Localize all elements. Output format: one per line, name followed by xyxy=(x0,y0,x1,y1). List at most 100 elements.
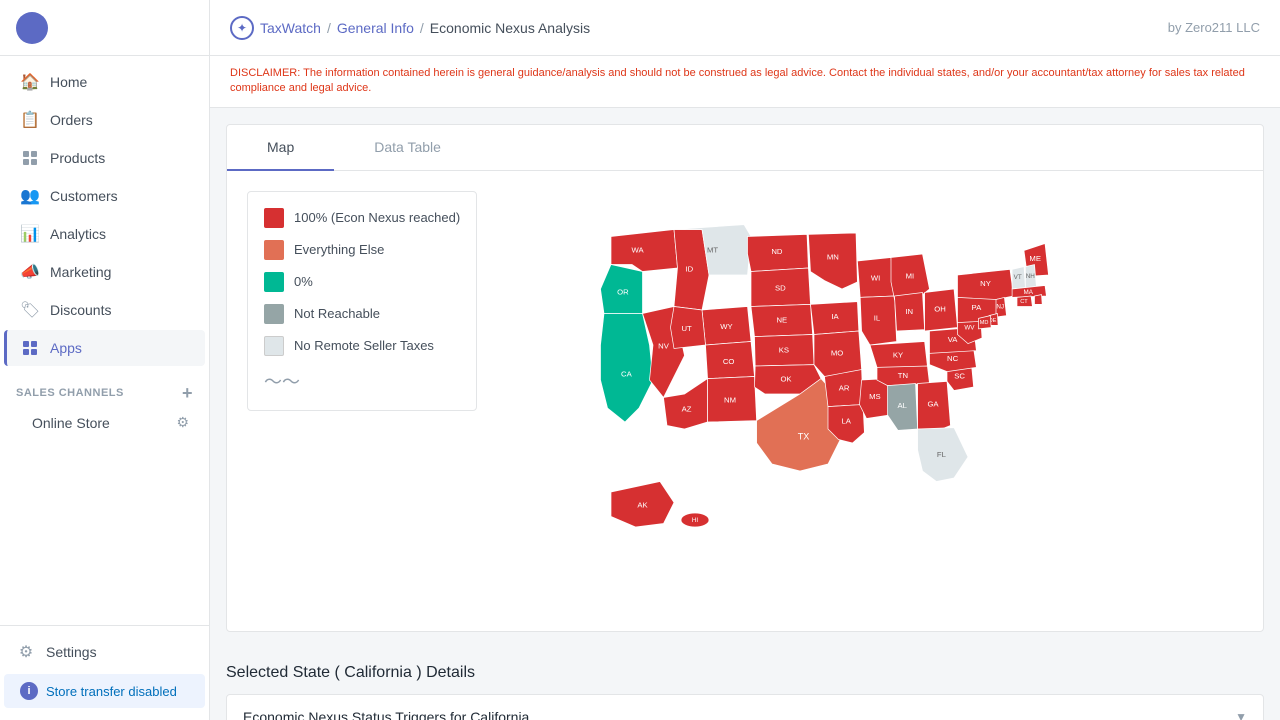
details-card: Economic Nexus Status Triggers for Calif… xyxy=(226,694,1264,720)
svg-text:MT: MT xyxy=(707,245,718,254)
state-ca[interactable] xyxy=(601,313,654,422)
analytics-icon: 📊 xyxy=(20,224,40,244)
sidebar-item-customers-label: Customers xyxy=(50,188,118,204)
svg-text:LA: LA xyxy=(842,416,852,425)
svg-text:NY: NY xyxy=(980,279,991,288)
sidebar-item-settings[interactable]: ⚙ Settings xyxy=(0,634,209,670)
legend-label-red: 100% (Econ Nexus reached) xyxy=(294,210,460,225)
sidebar-item-marketing-label: Marketing xyxy=(50,264,111,280)
home-icon: 🏠 xyxy=(20,72,40,92)
svg-text:OH: OH xyxy=(934,304,946,313)
svg-text:ME: ME xyxy=(1030,254,1042,263)
orders-icon: 📋 xyxy=(20,110,40,130)
legend-color-orange xyxy=(264,240,284,260)
legend-color-green xyxy=(264,272,284,292)
svg-text:CT: CT xyxy=(1020,299,1028,305)
store-transfer-banner[interactable]: i Store transfer disabled xyxy=(4,674,205,708)
sidebar-item-marketing[interactable]: 📣 Marketing xyxy=(4,254,205,290)
sidebar-item-online-store[interactable]: Online Store ⚙ xyxy=(4,406,205,439)
discounts-icon: 🏷 xyxy=(20,300,40,320)
svg-text:AZ: AZ xyxy=(682,404,692,413)
tabs-bar: Map Data Table xyxy=(227,125,1263,171)
sidebar-item-home-label: Home xyxy=(50,74,87,90)
breadcrumb-app[interactable]: TaxWatch xyxy=(260,20,321,36)
details-card-title: Economic Nexus Status Triggers for Calif… xyxy=(243,709,529,720)
sidebar-item-home[interactable]: 🏠 Home xyxy=(4,64,205,100)
svg-text:UT: UT xyxy=(682,324,693,333)
sidebar-item-products[interactable]: Products xyxy=(4,140,205,176)
svg-text:VT: VT xyxy=(1014,274,1022,281)
tab-map[interactable]: Map xyxy=(227,125,334,171)
us-map[interactable]: WA OR CA NV ID xyxy=(530,191,1210,611)
breadcrumb-general-info[interactable]: General Info xyxy=(337,20,414,36)
legend-item-orange: Everything Else xyxy=(264,240,460,260)
content-area: DISCLAIMER: The information contained he… xyxy=(210,56,1280,720)
legend-color-gray-dark xyxy=(264,304,284,324)
svg-text:MO: MO xyxy=(831,348,843,357)
svg-text:IA: IA xyxy=(831,312,839,321)
svg-text:NE: NE xyxy=(777,315,788,324)
svg-text:OR: OR xyxy=(617,287,629,296)
svg-text:CA: CA xyxy=(621,369,633,378)
details-section-title: Selected State ( California ) Details xyxy=(226,664,1264,682)
store-transfer-label: Store transfer disabled xyxy=(46,684,177,699)
svg-text:GA: GA xyxy=(928,399,940,408)
sidebar-item-orders[interactable]: 📋 Orders xyxy=(4,102,205,138)
sidebar: 🏠 Home 📋 Orders Products 👥 Customers 📊 A… xyxy=(0,0,210,720)
apps-icon xyxy=(20,338,40,358)
chevron-down-icon: ▼ xyxy=(1235,710,1247,720)
online-store-controls: ⚙ xyxy=(176,414,189,431)
svg-text:SD: SD xyxy=(775,283,786,292)
svg-text:WA: WA xyxy=(632,245,645,254)
svg-text:MI: MI xyxy=(906,271,915,280)
legend-item-green: 0% xyxy=(264,272,460,292)
breadcrumb-sep-1: / xyxy=(327,20,331,36)
svg-text:VA: VA xyxy=(948,335,959,344)
sidebar-item-customers[interactable]: 👥 Customers xyxy=(4,178,205,214)
sidebar-logo xyxy=(0,0,209,56)
marketing-icon: 📣 xyxy=(20,262,40,282)
details-card-header[interactable]: Economic Nexus Status Triggers for Calif… xyxy=(227,695,1263,720)
by-text: by Zero211 LLC xyxy=(1168,20,1260,35)
map-svg-container: WA OR CA NV ID xyxy=(497,191,1243,611)
wave-icon: 〜〜 xyxy=(264,368,300,394)
svg-text:NV: NV xyxy=(658,341,670,350)
svg-text:PA: PA xyxy=(972,303,983,312)
svg-text:WY: WY xyxy=(720,322,732,331)
sidebar-item-analytics[interactable]: 📊 Analytics xyxy=(4,216,205,252)
state-ri[interactable] xyxy=(1035,294,1043,304)
products-icon xyxy=(20,148,40,168)
online-store-settings-icon[interactable]: ⚙ xyxy=(176,414,189,431)
svg-text:TN: TN xyxy=(898,371,908,380)
legend-label-green: 0% xyxy=(294,274,313,289)
sidebar-navigation: 🏠 Home 📋 Orders Products 👥 Customers 📊 A… xyxy=(0,56,209,625)
map-legend: 100% (Econ Nexus reached) Everything Els… xyxy=(247,191,477,411)
sidebar-item-apps[interactable]: Apps xyxy=(4,330,205,366)
svg-text:SC: SC xyxy=(954,371,965,380)
svg-text:MN: MN xyxy=(827,252,839,261)
add-sales-channel-button[interactable]: + xyxy=(182,384,193,402)
sidebar-item-discounts-label: Discounts xyxy=(50,302,111,318)
tab-data-table[interactable]: Data Table xyxy=(334,125,481,171)
svg-text:MS: MS xyxy=(869,392,881,401)
svg-text:AR: AR xyxy=(839,383,850,392)
svg-text:AK: AK xyxy=(637,500,648,509)
legend-color-red xyxy=(264,208,284,228)
svg-text:AL: AL xyxy=(898,401,908,410)
svg-text:ND: ND xyxy=(771,247,783,256)
breadcrumb-current: Economic Nexus Analysis xyxy=(430,20,590,36)
svg-text:NC: NC xyxy=(947,354,959,363)
breadcrumb: ✦ TaxWatch / General Info / Economic Nex… xyxy=(230,16,590,40)
sidebar-item-analytics-label: Analytics xyxy=(50,226,106,242)
state-wa[interactable] xyxy=(611,229,678,271)
map-container: 100% (Econ Nexus reached) Everything Els… xyxy=(227,171,1263,631)
online-store-label: Online Store xyxy=(32,415,110,431)
svg-text:WV: WV xyxy=(964,324,975,331)
legend-label-orange: Everything Else xyxy=(294,242,384,257)
state-az[interactable] xyxy=(664,378,708,428)
sidebar-item-products-label: Products xyxy=(50,150,105,166)
sidebar-item-discounts[interactable]: 🏷 Discounts xyxy=(4,292,205,328)
svg-text:FL: FL xyxy=(937,450,947,459)
svg-text:TX: TX xyxy=(798,431,810,441)
topbar: ✦ TaxWatch / General Info / Economic Nex… xyxy=(210,0,1280,56)
